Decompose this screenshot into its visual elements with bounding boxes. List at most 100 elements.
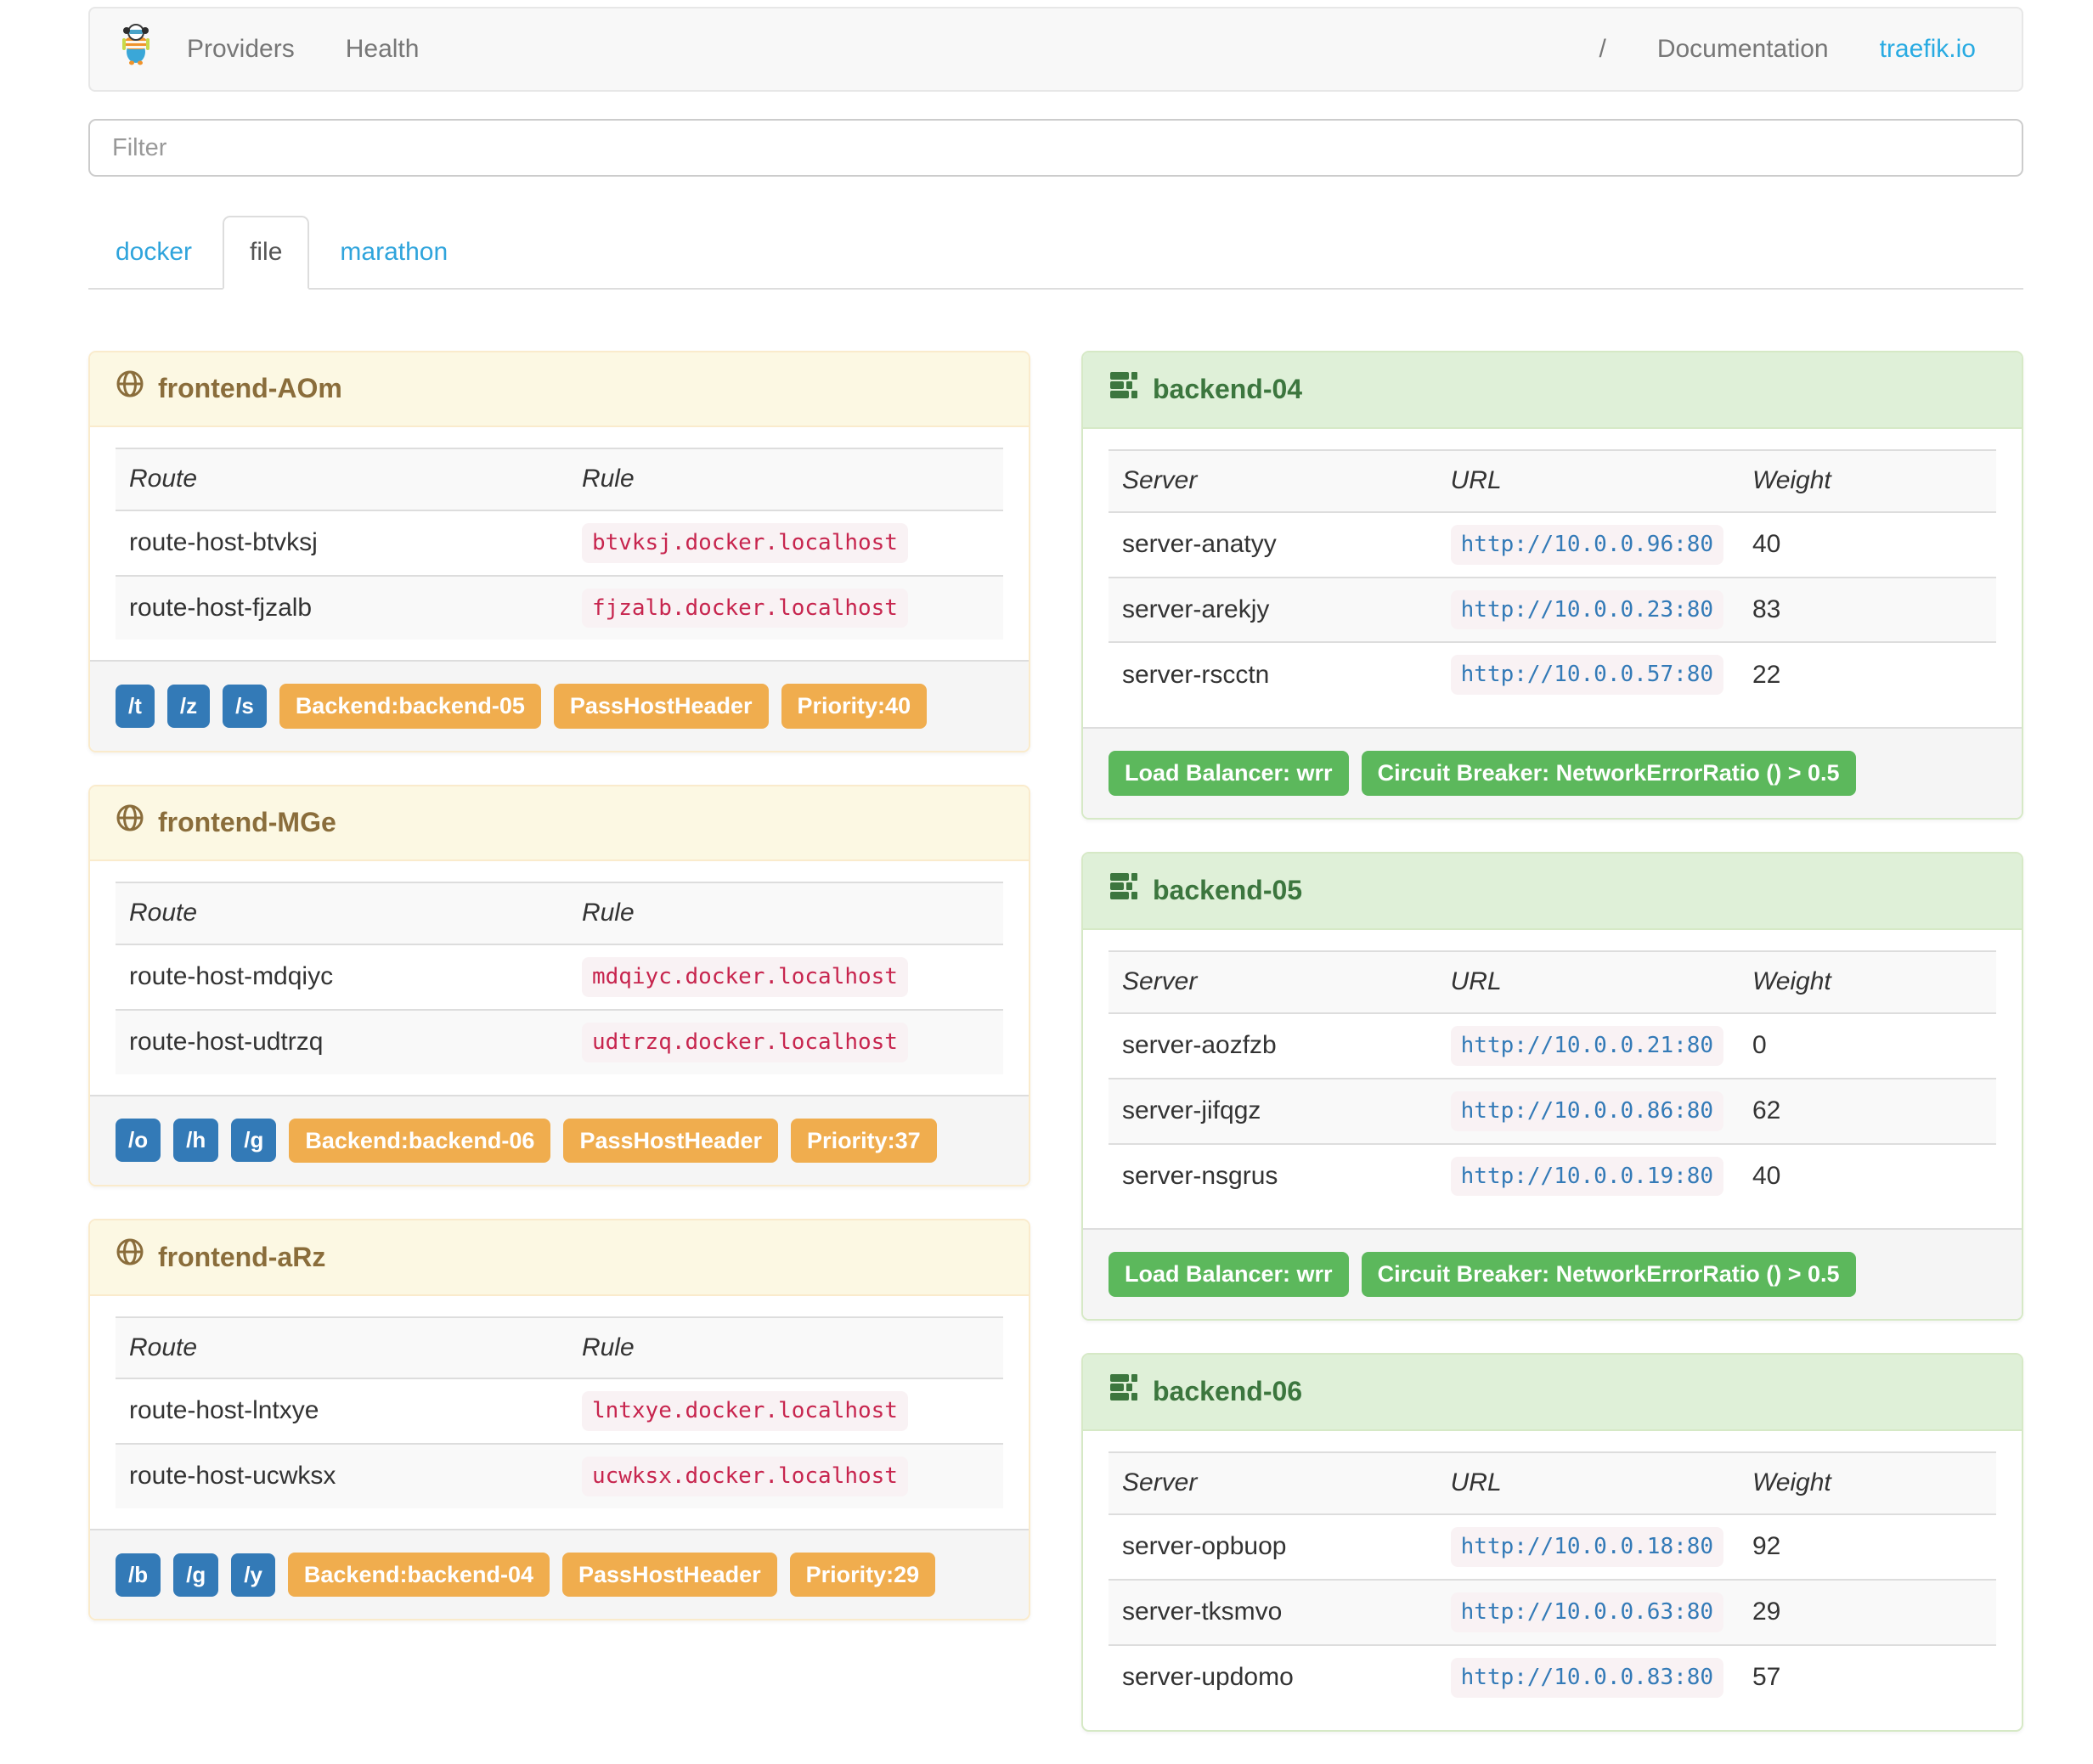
entrypoint-badge: /o — [116, 1119, 161, 1163]
globe-icon — [116, 369, 144, 409]
frontend-card: frontend-aRz Route Rule route-host-lntxy… — [88, 1219, 1030, 1621]
servers-table-header-row: Server URL Weight — [1109, 449, 1996, 512]
table-row: server-anatyy http://10.0.0.96:80 40 — [1109, 510, 1996, 578]
nav-link-traefik-io[interactable]: traefik.io — [1854, 31, 2001, 68]
server-icon — [1109, 369, 1139, 410]
backend-card-heading: backend-04 — [1083, 352, 2022, 430]
table-row: route-host-btvksj btvksj.docker.localhos… — [116, 509, 1003, 576]
load-balancer-badge: Load Balancer: wrr — [1109, 1252, 1349, 1297]
server-name: server-tksmvo — [1109, 1578, 1437, 1645]
rule-value: fjzalb.docker.localhost — [581, 588, 908, 628]
rule-column-header: Rule — [567, 448, 1003, 510]
server-url-link[interactable]: http://10.0.0.83:80 — [1450, 1657, 1724, 1698]
backend-card-body: Server URL Weight server-opbuop http://1… — [1083, 1431, 2022, 1729]
frontend-card-footer: /o /h /g Backend:backend-06 PassHostHead… — [90, 1094, 1029, 1186]
table-row: server-updomo http://10.0.0.83:80 57 — [1109, 1643, 1996, 1710]
server-name: server-rscctn — [1109, 641, 1437, 707]
weight-column-header: Weight — [1738, 950, 1996, 1013]
frontend-card-footer: /t /z /s Backend:backend-05 PassHostHead… — [90, 660, 1029, 751]
backend-card-heading: backend-05 — [1083, 853, 2022, 931]
route-column-header: Route — [116, 882, 568, 944]
backend-name: backend-06 — [1153, 1376, 1303, 1407]
provider-tabs: docker file marathon — [88, 216, 2023, 290]
filter-input[interactable] — [88, 119, 2023, 177]
backend-name: backend-04 — [1153, 374, 1303, 405]
tab-file[interactable]: file — [223, 216, 310, 290]
navbar-right: / Documentation traefik.io — [1573, 31, 2001, 68]
weight-column-header: Weight — [1738, 449, 1996, 512]
server-weight: 57 — [1738, 1643, 1996, 1710]
server-icon — [1109, 871, 1139, 911]
tab-marathon[interactable]: marathon — [313, 216, 475, 290]
rule-value: ucwksx.docker.localhost — [581, 1457, 908, 1496]
backend-card-heading: backend-06 — [1083, 1354, 2022, 1432]
backend-card: backend-05 Server URL Weight server-aozf… — [1081, 851, 2023, 1321]
rule-column-header: Rule — [567, 882, 1003, 944]
passhostheader-badge: PassHostHeader — [563, 1118, 779, 1164]
table-row: route-host-lntxye lntxye.docker.localhos… — [116, 1378, 1003, 1444]
server-url-link[interactable]: http://10.0.0.23:80 — [1450, 589, 1724, 630]
table-row: server-tksmvo http://10.0.0.63:80 29 — [1109, 1578, 1996, 1645]
backend-card-body: Server URL Weight server-aozfzb http://1… — [1083, 930, 2022, 1228]
server-weight: 62 — [1738, 1077, 1996, 1144]
nav-link-health[interactable]: Health — [320, 31, 445, 68]
backend-badge: Backend:backend-05 — [279, 684, 541, 729]
server-weight: 83 — [1738, 576, 1996, 643]
server-column-header: Server — [1109, 950, 1437, 1013]
nav-link-documentation[interactable]: Documentation — [1632, 31, 1854, 68]
entrypoint-badge: /y — [231, 1553, 275, 1597]
frontend-name: frontend-AOm — [158, 373, 342, 404]
priority-badge: Priority:37 — [791, 1118, 937, 1164]
table-row: route-host-mdqiyc mdqiyc.docker.localhos… — [116, 943, 1003, 1010]
server-name: server-opbuop — [1109, 1513, 1437, 1580]
traefik-logo-icon — [119, 23, 153, 76]
frontend-card: frontend-MGe Route Rule route-host-mdqiy… — [88, 784, 1030, 1187]
entrypoint-badge: /g — [173, 1553, 219, 1597]
servers-table-header-row: Server URL Weight — [1109, 1451, 1996, 1514]
routes-table-header-row: Route Rule — [116, 882, 1003, 944]
server-name: server-jifqgz — [1109, 1077, 1437, 1144]
weight-column-header: Weight — [1738, 1451, 1996, 1514]
circuit-breaker-badge: Circuit Breaker: NetworkErrorRatio () > … — [1361, 751, 1856, 796]
server-url-link[interactable]: http://10.0.0.18:80 — [1450, 1526, 1724, 1567]
server-url-link[interactable]: http://10.0.0.96:80 — [1450, 524, 1724, 565]
route-name: route-host-btvksj — [116, 509, 568, 576]
routes-table-header-row: Route Rule — [116, 448, 1003, 510]
traefik-brand[interactable] — [110, 23, 161, 76]
servers-table: Server URL Weight server-aozfzb http://1… — [1109, 950, 1996, 1209]
table-row: server-aozfzb http://10.0.0.21:80 0 — [1109, 1012, 1996, 1079]
server-url-link[interactable]: http://10.0.0.57:80 — [1450, 655, 1724, 696]
routes-table: Route Rule route-host-lntxye lntxye.dock… — [116, 1316, 1003, 1508]
servers-table: Server URL Weight server-opbuop http://1… — [1109, 1451, 1996, 1710]
table-row: route-host-ucwksx ucwksx.docker.localhos… — [116, 1443, 1003, 1508]
main-content: frontend-AOm Route Rule route-host-btvks… — [88, 350, 2023, 1764]
server-column-header: Server — [1109, 449, 1437, 512]
tab-docker[interactable]: docker — [88, 216, 219, 290]
url-column-header: URL — [1436, 449, 1739, 512]
rule-value: lntxye.docker.localhost — [581, 1391, 908, 1431]
route-name: route-host-lntxye — [116, 1378, 568, 1444]
server-url-link[interactable]: http://10.0.0.63:80 — [1450, 1592, 1724, 1632]
server-url-link[interactable]: http://10.0.0.21:80 — [1450, 1025, 1724, 1066]
frontend-card-footer: /b /g /y Backend:backend-04 PassHostHead… — [90, 1528, 1029, 1620]
frontend-card-heading: frontend-MGe — [90, 786, 1029, 862]
server-url-link[interactable]: http://10.0.0.86:80 — [1450, 1091, 1724, 1131]
priority-badge: Priority:29 — [789, 1552, 936, 1598]
priority-badge: Priority:40 — [781, 684, 928, 729]
backend-name: backend-05 — [1153, 875, 1303, 906]
backend-card: backend-04 Server URL Weight server-anat… — [1081, 350, 2023, 820]
circuit-breaker-badge: Circuit Breaker: NetworkErrorRatio () > … — [1361, 1252, 1856, 1297]
backend-card-body: Server URL Weight server-anatyy http://1… — [1083, 429, 2022, 727]
table-row: server-rscctn http://10.0.0.57:80 22 — [1109, 641, 1996, 707]
frontend-card-body: Route Rule route-host-lntxye lntxye.dock… — [90, 1296, 1029, 1529]
backend-badge: Backend:backend-04 — [287, 1552, 550, 1598]
servers-table-header-row: Server URL Weight — [1109, 950, 1996, 1013]
filter-bar — [88, 119, 2023, 177]
table-row: server-nsgrus http://10.0.0.19:80 40 — [1109, 1142, 1996, 1209]
server-url-link[interactable]: http://10.0.0.19:80 — [1450, 1156, 1724, 1197]
frontend-card: frontend-AOm Route Rule route-host-btvks… — [88, 350, 1030, 752]
server-weight: 92 — [1738, 1513, 1996, 1580]
backends-column: backend-04 Server URL Weight server-anat… — [1081, 350, 2023, 1764]
nav-link-providers[interactable]: Providers — [161, 31, 320, 68]
server-name: server-aozfzb — [1109, 1012, 1437, 1079]
